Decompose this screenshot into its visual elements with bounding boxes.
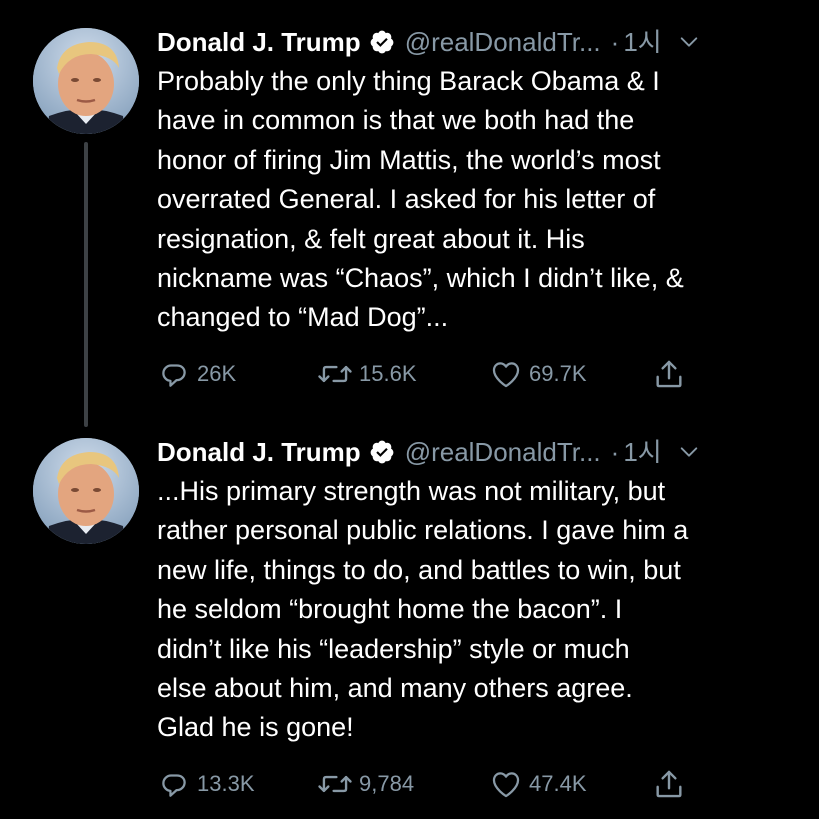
- like-button[interactable]: 47.4K: [489, 766, 587, 802]
- tweet-text-line: rather personal public relations. I gave…: [157, 515, 689, 546]
- retweet-count: 9,784: [359, 771, 415, 796]
- tweet-text-line: new life, things to do, and battles to w…: [157, 554, 681, 585]
- tweet-content: Donald J. Trump @realDonaldTr... · 1시 ..…: [157, 432, 797, 798]
- reply-count: 13.3K: [197, 771, 255, 796]
- author-handle[interactable]: @realDonaldTr...: [405, 432, 601, 472]
- like-icon: [492, 772, 520, 798]
- share-icon: [656, 770, 682, 798]
- retweet-button[interactable]: 9,784: [317, 766, 414, 802]
- tweet-text-line: ...His primary strength was not military…: [157, 476, 666, 506]
- share-icon: [656, 360, 682, 388]
- tweet-header: Donald J. Trump @realDonaldTr... · 1시: [157, 432, 797, 472]
- tweet-text-line: he seldom “brought home the bacon”. I: [157, 594, 623, 625]
- tweet-text-line: have in common is that we both had the: [157, 105, 635, 136]
- separator-dot: ·: [610, 437, 620, 467]
- like-button[interactable]: 69.7K: [489, 356, 587, 392]
- chevron-down-icon[interactable]: [678, 31, 700, 53]
- share-button[interactable]: [652, 766, 692, 802]
- reply-button[interactable]: 26K: [157, 356, 236, 392]
- share-button[interactable]: [652, 356, 692, 392]
- separator-dot: ·: [610, 27, 620, 57]
- author-name[interactable]: Donald J. Trump: [157, 432, 361, 472]
- like-icon: [492, 362, 520, 388]
- reply-icon: [162, 364, 186, 387]
- retweet-icon: [318, 365, 352, 383]
- thread-connector-line: [84, 142, 88, 427]
- tweet-text-line: Glad he is gone!: [157, 712, 354, 743]
- tweet-time[interactable]: 1시: [623, 432, 661, 472]
- tweet-content: Donald J. Trump @realDonaldTr... · 1시 Pr…: [157, 22, 797, 388]
- tweet-text-line: changed to “Mad Dog”...: [157, 302, 449, 333]
- verified-badge-icon: [370, 30, 394, 54]
- retweet-button[interactable]: 15.6K: [317, 356, 417, 392]
- chevron-down-icon[interactable]: [678, 441, 700, 463]
- tweet-text-line: didn’t like his “leadership” style or mu…: [157, 633, 630, 664]
- verified-badge-icon: [370, 440, 394, 464]
- tweet-text: Probably the only thing Barack Obama & I…: [157, 62, 797, 338]
- like-count: 69.7K: [529, 361, 587, 386]
- tweet-text-line: nickname was “Chaos”, which I didn’t lik…: [157, 263, 684, 294]
- tweet-text-line: overrated General. I asked for his lette…: [157, 184, 656, 215]
- author-handle[interactable]: @realDonaldTr...: [405, 22, 601, 62]
- retweet-count: 15.6K: [359, 361, 417, 386]
- tweet-text-line: resignation, & felt great about it. His: [157, 223, 585, 254]
- retweet-icon: [318, 775, 352, 793]
- reply-count: 26K: [197, 361, 237, 386]
- author-name[interactable]: Donald J. Trump: [157, 22, 361, 62]
- reply-button[interactable]: 13.3K: [157, 766, 255, 802]
- avatar[interactable]: [33, 438, 139, 544]
- tweet-text: ...His primary strength was not military…: [157, 472, 797, 748]
- like-count: 47.4K: [529, 771, 587, 796]
- tweet-text-line: honor of firing Jim Mattis, the world’s …: [157, 144, 661, 175]
- reply-icon: [162, 774, 186, 797]
- tweet-header: Donald J. Trump @realDonaldTr... · 1시: [157, 22, 797, 62]
- tweet-text-line: Probably the only thing Barack Obama & I: [157, 66, 660, 96]
- tweet-time[interactable]: 1시: [623, 22, 661, 62]
- avatar[interactable]: [33, 28, 139, 134]
- tweet-text-line: else about him, and many others agree.: [157, 673, 633, 704]
